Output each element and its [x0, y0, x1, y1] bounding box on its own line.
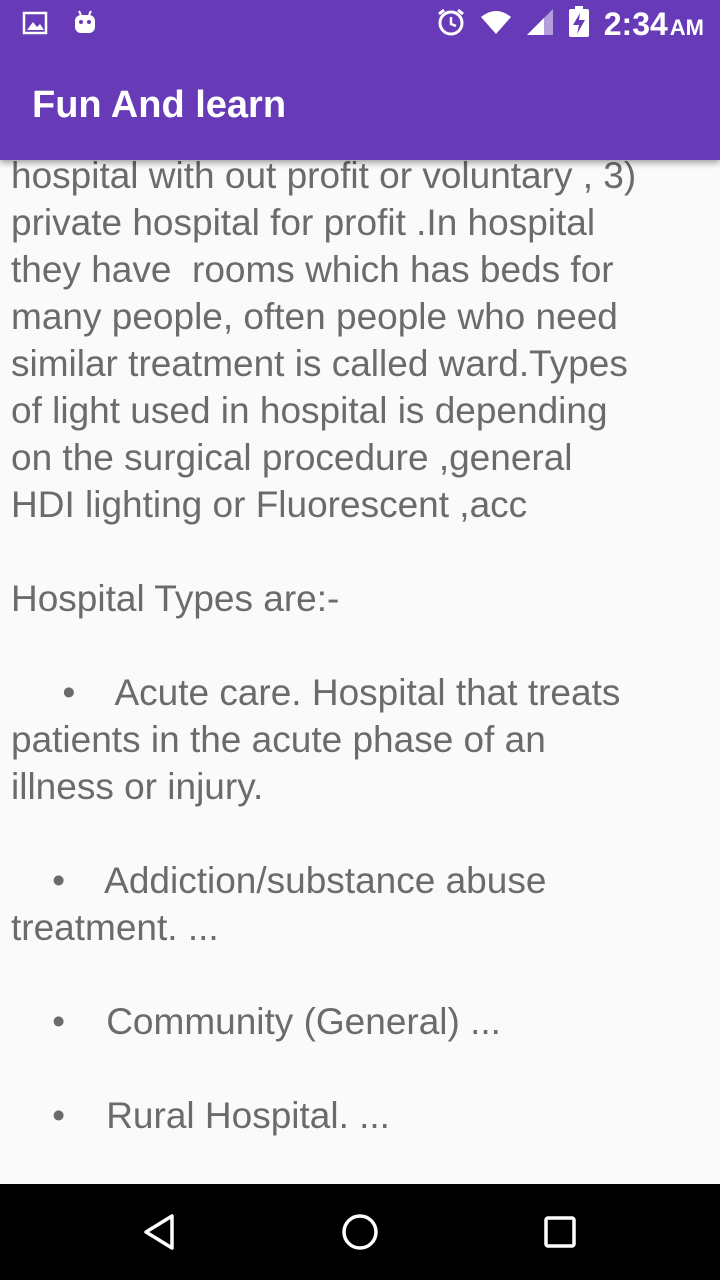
clock-time: 2:34	[603, 6, 668, 42]
status-bar: 2:34AM	[0, 0, 720, 48]
clock-ampm: AM	[669, 15, 704, 40]
clock: 2:34AM	[604, 6, 704, 43]
alarm-icon	[436, 7, 466, 42]
battery-charging-icon	[568, 6, 590, 43]
app-bar: Fun And learn	[0, 48, 720, 160]
signal-icon	[526, 8, 554, 41]
android-icon	[72, 10, 98, 41]
wifi-icon	[480, 9, 512, 40]
content-area[interactable]: Hospital are mainly government, 2) publi…	[0, 160, 720, 1184]
home-icon[interactable]	[332, 1204, 388, 1260]
article-text: Hospital are mainly government, 2) publi…	[11, 160, 637, 1136]
navigation-bar	[0, 1184, 720, 1280]
back-icon[interactable]	[132, 1204, 188, 1260]
recents-icon[interactable]	[532, 1204, 588, 1260]
image-icon	[22, 11, 48, 40]
app-title: Fun And learn	[32, 84, 287, 126]
